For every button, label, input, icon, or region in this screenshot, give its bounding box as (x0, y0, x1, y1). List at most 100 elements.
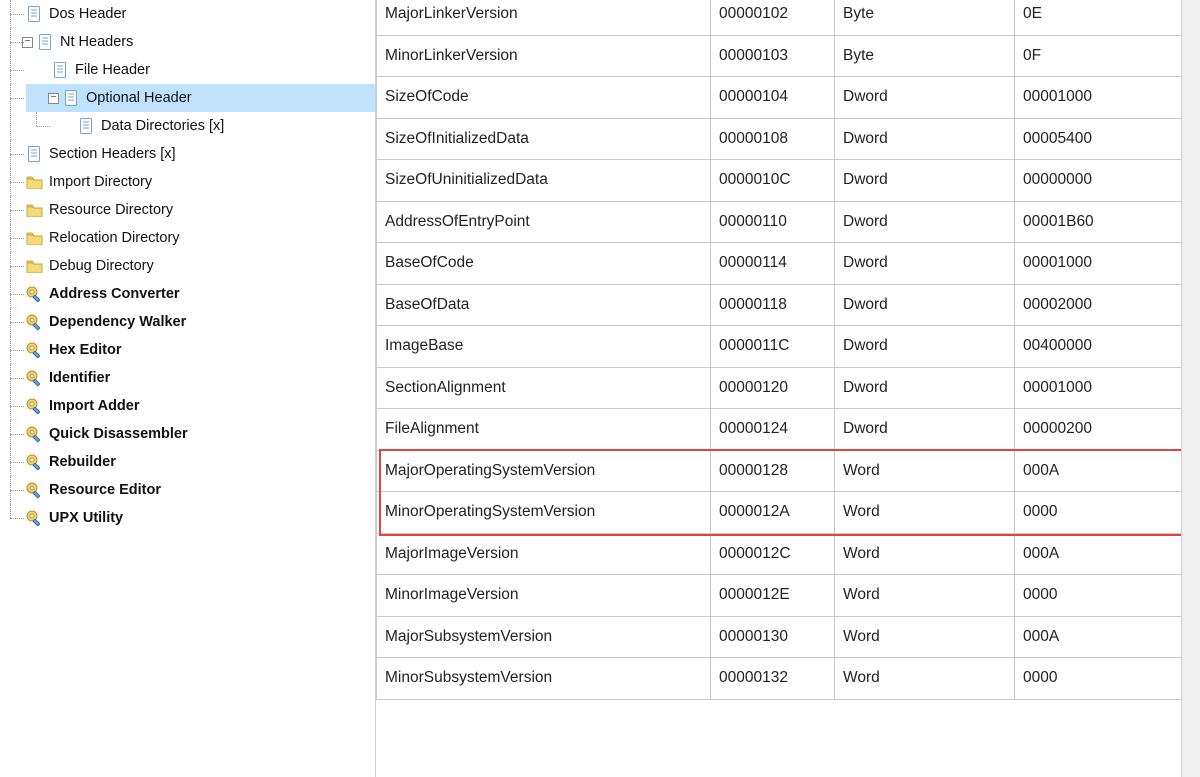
cell-name[interactable]: MinorLinkerVersion (377, 35, 711, 77)
cell-name[interactable]: SizeOfUninitializedData (377, 160, 711, 202)
vertical-scrollbar[interactable] (1181, 0, 1200, 777)
tree-node-data-directories[interactable]: Data Directories [x] (52, 112, 375, 140)
tree-node-identifier[interactable]: Identifier (0, 364, 375, 392)
cell-offset[interactable]: 00000124 (711, 409, 835, 451)
cell-size[interactable]: Word (835, 492, 1015, 534)
cell-value[interactable]: 0000 (1015, 575, 1200, 617)
tree-node-nt-headers[interactable]: Nt Headers File Header (0, 28, 375, 140)
cell-name[interactable]: SectionAlignment (377, 367, 711, 409)
cell-size[interactable]: Dword (835, 409, 1015, 451)
cell-name[interactable]: MajorImageVersion (377, 533, 711, 575)
cell-offset[interactable]: 00000132 (711, 658, 835, 700)
tree-node-dependency-walker[interactable]: Dependency Walker (0, 308, 375, 336)
cell-value[interactable]: 0000 (1015, 658, 1200, 700)
cell-value[interactable]: 00001000 (1015, 77, 1200, 119)
tree-node-rebuilder[interactable]: Rebuilder (0, 448, 375, 476)
tree-node-hex-editor[interactable]: Hex Editor (0, 336, 375, 364)
cell-offset[interactable]: 00000110 (711, 201, 835, 243)
cell-size[interactable]: Dword (835, 77, 1015, 119)
table-row[interactable]: BaseOfCode00000114Dword00001000 (377, 243, 1200, 285)
cell-name[interactable]: AddressOfEntryPoint (377, 201, 711, 243)
cell-offset[interactable]: 00000102 (711, 0, 835, 35)
cell-value[interactable]: 00000000 (1015, 160, 1200, 202)
tree-node-quick-disassembler[interactable]: Quick Disassembler (0, 420, 375, 448)
cell-size[interactable]: Byte (835, 0, 1015, 35)
table-row[interactable]: MajorLinkerVersion00000102Byte0E (377, 0, 1200, 35)
table-row[interactable]: MinorLinkerVersion00000103Byte0F (377, 35, 1200, 77)
tree-node-relocation-directory[interactable]: Relocation Directory (0, 224, 375, 252)
tree-node-optional-header[interactable]: Optional Header Data Directories [x] (26, 84, 375, 140)
tree-node-resource-directory[interactable]: Resource Directory (0, 196, 375, 224)
table-row[interactable]: MinorImageVersion0000012EWord0000 (377, 575, 1200, 617)
cell-value[interactable]: 0E (1015, 0, 1200, 35)
cell-value[interactable]: 000A (1015, 616, 1200, 658)
cell-size[interactable]: Dword (835, 201, 1015, 243)
cell-offset[interactable]: 0000012A (711, 492, 835, 534)
tree-node-address-converter[interactable]: Address Converter (0, 280, 375, 308)
cell-value[interactable]: 00000200 (1015, 409, 1200, 451)
tree-node-debug-directory[interactable]: Debug Directory (0, 252, 375, 280)
cell-offset[interactable]: 0000012E (711, 575, 835, 617)
table-row[interactable]: ImageBase0000011CDword00400000 (377, 326, 1200, 368)
table-row[interactable]: MajorSubsystemVersion00000130Word000A (377, 616, 1200, 658)
cell-size[interactable]: Word (835, 450, 1015, 492)
cell-offset[interactable]: 00000108 (711, 118, 835, 160)
cell-size[interactable]: Dword (835, 160, 1015, 202)
cell-offset[interactable]: 00000118 (711, 284, 835, 326)
cell-name[interactable]: MinorSubsystemVersion (377, 658, 711, 700)
cell-size[interactable]: Word (835, 658, 1015, 700)
cell-offset[interactable]: 00000128 (711, 450, 835, 492)
cell-name[interactable]: ImageBase (377, 326, 711, 368)
cell-size[interactable]: Dword (835, 326, 1015, 368)
cell-name[interactable]: MajorLinkerVersion (377, 0, 711, 35)
cell-offset[interactable]: 00000120 (711, 367, 835, 409)
table-row[interactable]: AddressOfEntryPoint00000110Dword00001B60 (377, 201, 1200, 243)
table-row[interactable]: SectionAlignment00000120Dword00001000 (377, 367, 1200, 409)
cell-name[interactable]: BaseOfCode (377, 243, 711, 285)
cell-offset[interactable]: 00000130 (711, 616, 835, 658)
cell-name[interactable]: BaseOfData (377, 284, 711, 326)
collapse-icon[interactable] (48, 93, 59, 104)
table-row[interactable]: SizeOfUninitializedData0000010CDword0000… (377, 160, 1200, 202)
cell-value[interactable]: 00001B60 (1015, 201, 1200, 243)
tree-node-resource-editor[interactable]: Resource Editor (0, 476, 375, 504)
cell-name[interactable]: MajorSubsystemVersion (377, 616, 711, 658)
tree-node-dos-header[interactable]: Dos Header (0, 0, 375, 28)
cell-size[interactable]: Word (835, 533, 1015, 575)
table-row[interactable]: MinorOperatingSystemVersion0000012AWord0… (377, 492, 1200, 534)
cell-size[interactable]: Word (835, 616, 1015, 658)
table-row[interactable]: MajorImageVersion0000012CWord000A (377, 533, 1200, 575)
cell-value[interactable]: 0F (1015, 35, 1200, 77)
cell-size[interactable]: Word (835, 575, 1015, 617)
cell-value[interactable]: 00005400 (1015, 118, 1200, 160)
cell-offset[interactable]: 00000114 (711, 243, 835, 285)
cell-size[interactable]: Dword (835, 284, 1015, 326)
cell-offset[interactable]: 00000104 (711, 77, 835, 119)
cell-name[interactable]: MajorOperatingSystemVersion (377, 450, 711, 492)
tree-node-section-headers[interactable]: Section Headers [x] (0, 140, 375, 168)
table-row[interactable]: BaseOfData00000118Dword00002000 (377, 284, 1200, 326)
cell-size[interactable]: Dword (835, 243, 1015, 285)
cell-name[interactable]: SizeOfInitializedData (377, 118, 711, 160)
cell-name[interactable]: FileAlignment (377, 409, 711, 451)
table-row[interactable]: FileAlignment00000124Dword00000200 (377, 409, 1200, 451)
cell-size[interactable]: Dword (835, 367, 1015, 409)
cell-value[interactable]: 000A (1015, 533, 1200, 575)
cell-value[interactable]: 00001000 (1015, 367, 1200, 409)
table-row[interactable]: MajorOperatingSystemVersion00000128Word0… (377, 450, 1200, 492)
table-row[interactable]: SizeOfInitializedData00000108Dword000054… (377, 118, 1200, 160)
cell-value[interactable]: 00400000 (1015, 326, 1200, 368)
tree-node-import-directory[interactable]: Import Directory (0, 168, 375, 196)
tree-node-upx-utility[interactable]: UPX Utility (0, 504, 375, 532)
cell-offset[interactable]: 00000103 (711, 35, 835, 77)
cell-value[interactable]: 000A (1015, 450, 1200, 492)
cell-name[interactable]: MinorOperatingSystemVersion (377, 492, 711, 534)
cell-size[interactable]: Dword (835, 118, 1015, 160)
table-row[interactable]: MinorSubsystemVersion00000132Word0000 (377, 658, 1200, 700)
cell-offset[interactable]: 0000010C (711, 160, 835, 202)
cell-offset[interactable]: 0000012C (711, 533, 835, 575)
table-row[interactable]: SizeOfCode00000104Dword00001000 (377, 77, 1200, 119)
cell-value[interactable]: 00002000 (1015, 284, 1200, 326)
cell-value[interactable]: 00001000 (1015, 243, 1200, 285)
cell-offset[interactable]: 0000011C (711, 326, 835, 368)
